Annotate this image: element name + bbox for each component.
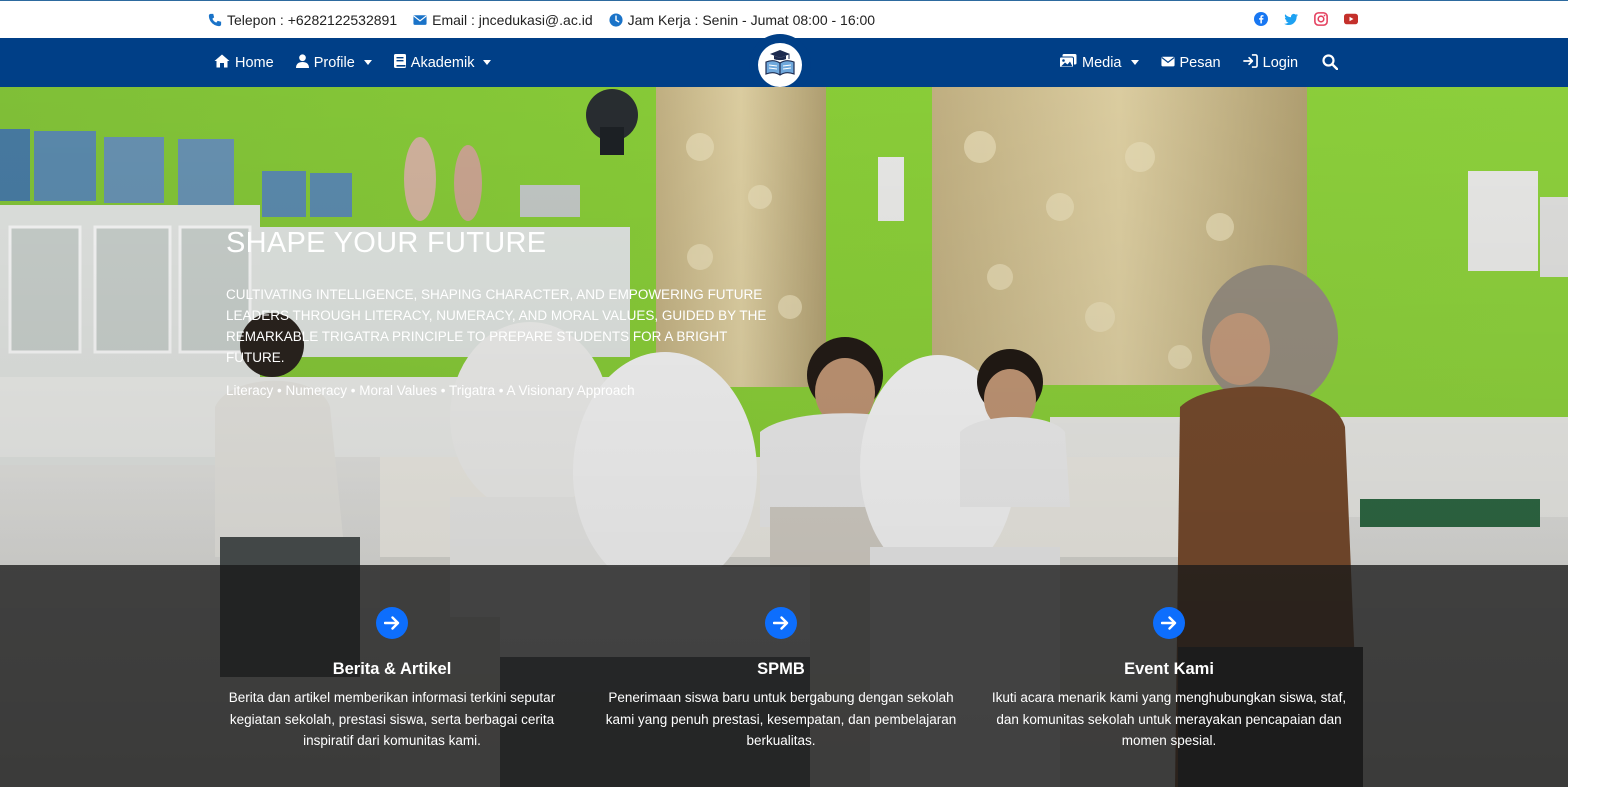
hours-info: Jam Kerja : Senin - Jumat 08:00 - 16:00 [609,12,875,28]
hero-title: SHAPE YOUR FUTURE [226,227,547,259]
phone-text: Telepon : +6282122532891 [227,12,398,28]
nav-akademik[interactable]: Akademik [393,53,492,72]
youtube-icon[interactable] [1344,12,1358,26]
feature-description: Ikuti acara menarik kami yang menghubung… [991,690,1347,748]
phone-info: Telepon : +6282122532891 [208,12,397,28]
nav-media[interactable]: Media [1059,53,1139,72]
arrow-right-icon[interactable] [1153,607,1185,639]
nav-akademik-label: Akademik [410,54,475,71]
social-links [1254,12,1358,26]
envelope-icon [1160,55,1175,71]
book-icon [393,53,406,72]
nav-home[interactable]: Home [214,54,274,72]
chevron-down-icon [483,60,492,65]
feature-title: Event Kami [1124,660,1214,678]
instagram-icon[interactable] [1314,12,1328,26]
search-icon[interactable] [1322,54,1339,71]
nav-right-group: Media Pesan Login [1059,38,1298,87]
arrow-right-icon[interactable] [765,607,797,639]
sign-in-icon [1242,53,1258,72]
facebook-icon[interactable] [1254,12,1268,26]
nav-pesan-label: Pesan [1179,54,1221,71]
nav-pesan[interactable]: Pesan [1160,54,1221,71]
hero-banner: SHAPE YOUR FUTURE Cultivating intelligen… [0,87,1568,787]
nav-home-label: Home [235,54,274,71]
twitter-icon[interactable] [1284,12,1298,26]
arrow-right-icon[interactable] [376,607,408,639]
graduation-book-icon [763,49,797,82]
chevron-down-icon [363,60,372,65]
contact-info: Telepon : +6282122532891 Email : jnceduk… [208,12,875,28]
user-icon [295,53,309,72]
nav-left-group: Home Profile Akademik [214,38,492,87]
nav-login[interactable]: Login [1242,53,1299,72]
logo-emblem [758,43,802,87]
email-info[interactable]: Email : jncedukasi@.ac.id [413,12,593,28]
top-info-bar: Telepon : +6282122532891 Email : jnceduk… [0,0,1597,38]
nav-profile-label: Profile [313,54,355,71]
chevron-down-icon [1130,60,1139,65]
hero-tagline: Literacy • Numeracy • Moral Values • Tri… [226,383,635,398]
feature-title: Berita & Artikel [332,660,452,678]
feature-band: Berita & Artikel Berita dan artikel memb… [0,565,1568,787]
envelope-icon [413,13,427,27]
nav-profile[interactable]: Profile [295,53,372,72]
feature-title: SPMB [757,660,805,678]
hero-description: Cultivating intelligence, shaping charac… [226,287,767,365]
hours-text: Jam Kerja : Senin - Jumat 08:00 - 16:00 [627,12,876,28]
images-icon [1059,53,1077,72]
feature-description: Penerimaan siswa baru untuk bergabung de… [605,690,957,748]
feature-description: Berita dan artikel memberikan informasi … [228,690,556,748]
nav-media-label: Media [1082,54,1122,71]
email-text: Email : jncedukasi@.ac.id [432,12,593,28]
nav-login-label: Login [1262,54,1299,71]
home-icon [214,54,230,72]
page-scrollbar-area[interactable] [1568,0,1597,787]
phone-icon [208,13,222,27]
clock-icon [609,13,623,27]
